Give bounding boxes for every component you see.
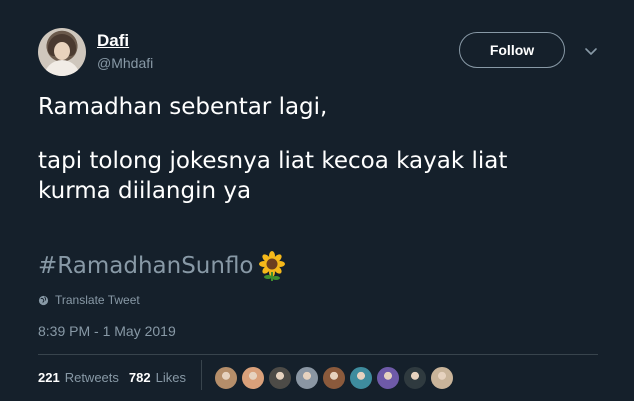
- liker-avatars: [214, 366, 454, 390]
- hashtag-link[interactable]: #RamadhanSunflo: [38, 253, 254, 279]
- likes-label[interactable]: Likes: [156, 370, 186, 385]
- tweet-line: tapi tolong jokesnya liat kecoa kayak li…: [38, 148, 508, 174]
- retweets-label[interactable]: Retweets: [65, 370, 119, 385]
- tweet-body: Ramadhan sebentar lagi, tapi tolong joke…: [38, 92, 598, 206]
- tweet-timestamp[interactable]: 8:39 PM - 1 May 2019: [38, 323, 176, 339]
- liker-avatar[interactable]: [214, 366, 238, 390]
- follow-button[interactable]: Follow: [459, 32, 565, 68]
- tweet-line: kurma diilangin ya: [38, 178, 252, 204]
- chevron-down-icon[interactable]: [584, 44, 598, 58]
- divider: [38, 354, 598, 355]
- tweet-stats: 221 Retweets 782 Likes: [38, 370, 196, 385]
- liker-avatar[interactable]: [403, 366, 427, 390]
- display-name[interactable]: Dafi: [97, 31, 129, 51]
- liker-avatar[interactable]: [376, 366, 400, 390]
- retweets-count[interactable]: 221: [38, 370, 60, 385]
- globe-icon: [38, 295, 49, 305]
- tweet-line: Ramadhan sebentar lagi,: [38, 94, 328, 120]
- likes-count[interactable]: 782: [129, 370, 151, 385]
- liker-avatar[interactable]: [241, 366, 265, 390]
- liker-avatar[interactable]: [322, 366, 346, 390]
- translate-tweet-link[interactable]: Translate Tweet: [38, 293, 140, 307]
- liker-avatar[interactable]: [349, 366, 373, 390]
- user-handle[interactable]: @Mhdafi: [97, 55, 153, 71]
- liker-avatar[interactable]: [268, 366, 292, 390]
- hashtag-row: #RamadhanSunflo: [38, 250, 288, 282]
- liker-avatar[interactable]: [295, 366, 319, 390]
- profile-avatar[interactable]: [38, 28, 86, 76]
- stats-separator: [201, 360, 202, 390]
- sunflower-icon: [258, 251, 285, 281]
- translate-label: Translate Tweet: [55, 293, 140, 307]
- liker-avatar[interactable]: [430, 366, 454, 390]
